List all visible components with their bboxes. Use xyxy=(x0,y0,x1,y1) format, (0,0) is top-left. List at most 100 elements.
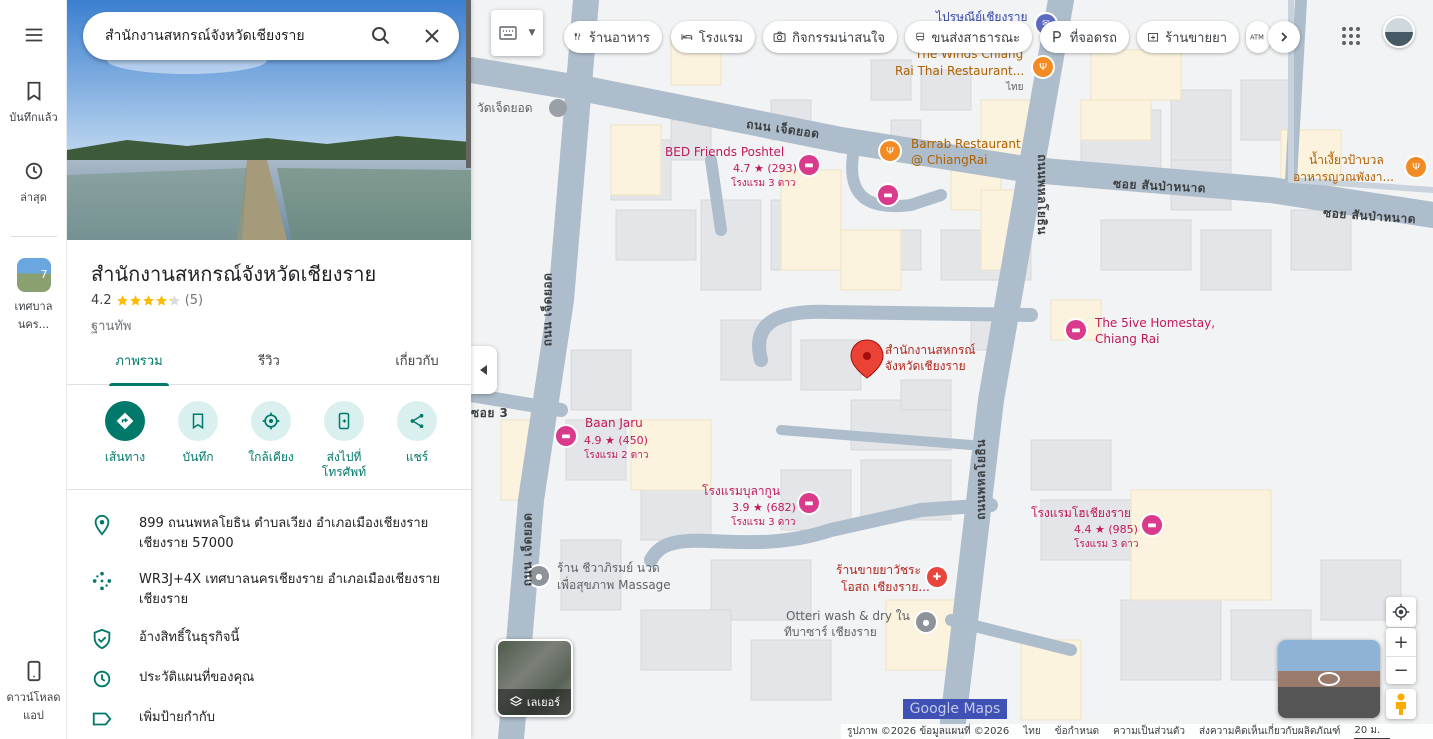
hotel-marker-2[interactable]: ▬ xyxy=(878,185,898,205)
hotel-marker-bed[interactable]: ▬ xyxy=(799,155,819,175)
my-location-button[interactable] xyxy=(1386,597,1416,627)
chips-next-button[interactable] xyxy=(1268,21,1300,53)
restaurant-marker-barrab[interactable]: Ψ xyxy=(880,141,900,161)
hotel-marker-baanjaru[interactable]: ▬ xyxy=(556,426,576,446)
poi-noodle-1[interactable]: น้ำเงี้ยวป้าบวล xyxy=(1309,153,1384,168)
panel-scrollbar[interactable] xyxy=(466,0,471,168)
pegman-button[interactable] xyxy=(1386,689,1416,719)
poi-bulaku[interactable]: โรงแรมบุลากูน xyxy=(702,484,780,499)
hotel-marker-ho[interactable]: ▬ xyxy=(1142,515,1162,535)
recent-button[interactable]: ล่าสุด xyxy=(0,160,67,206)
restaurant-icon xyxy=(574,33,581,40)
poi-5ive-1[interactable]: The 5ive Homestay, xyxy=(1095,316,1215,331)
road-label-soi-3: ซอย 3 xyxy=(471,406,509,420)
send-to-phone-button[interactable]: ส่งไปที่ โทรศัพท์ xyxy=(309,398,379,480)
poi-otteri-1[interactable]: Otteri wash & dry ใน xyxy=(786,609,910,624)
chip-parking[interactable]: ที่จอดรถ xyxy=(1040,21,1129,53)
collapse-panel-button[interactable] xyxy=(471,346,497,394)
restaurant-marker-noodle[interactable]: Ψ xyxy=(1406,157,1426,177)
tab-about[interactable]: เกี่ยวกับ xyxy=(350,338,471,385)
chip-restaurant[interactable]: ร้านอาหาร xyxy=(564,21,662,53)
account-avatar[interactable] xyxy=(1383,16,1415,48)
download-app-button[interactable]: ดาวน์โหลด แอป xyxy=(0,660,67,724)
poi-ho[interactable]: โรงแรมโฮเชียงราย xyxy=(1031,506,1131,521)
pharmacy-marker[interactable]: ✚ xyxy=(927,567,947,587)
chip-camera[interactable]: กิจกรรมน่าสนใจ xyxy=(763,21,897,53)
poi-ho-rating: 4.4 ★ (985) xyxy=(1074,523,1138,536)
zoom-controls: + − xyxy=(1386,628,1416,684)
poi-massage-1[interactable]: ร้าน ชีวาภิรมย์ นวด xyxy=(557,561,660,576)
directions-button[interactable]: เส้นทาง xyxy=(90,398,160,465)
recent-place-button[interactable]: 7 เทศบาล นคร... xyxy=(0,258,67,333)
share-button[interactable]: แชร์ xyxy=(382,398,452,465)
add-label-text: เพิ่มป้ายกำกับ xyxy=(139,710,216,725)
nearby-button[interactable]: ใกล้เคียง xyxy=(236,398,306,465)
hotel-marker-5ive[interactable]: ▬ xyxy=(1066,320,1086,340)
poi-barrab-2[interactable]: @ ChiangRai xyxy=(911,153,987,168)
review-count[interactable]: (5) xyxy=(185,293,203,308)
street-view-preview[interactable] xyxy=(1278,640,1380,718)
poi-pharmacy-1[interactable]: ร้านขายยาวัชระ xyxy=(836,563,921,578)
selected-place-label-2[interactable]: จังหวัดเชียงราย xyxy=(885,359,966,374)
side-rail: บันทึกแล้ว ล่าสุด 7 เทศบาล นคร... ดาวน์โ… xyxy=(0,0,67,739)
poi-otteri-2[interactable]: ทีบาซาร์ เชียงราย xyxy=(784,625,877,640)
hotel-marker-bulaku[interactable]: ▬ xyxy=(799,493,819,513)
poi-massage-2[interactable]: เพื่อสุขภาพ Massage xyxy=(557,578,671,593)
layers-button[interactable]: เลเยอร์ xyxy=(496,639,573,717)
recent-place-thumbnail: 7 xyxy=(16,258,51,292)
selected-place-label-1[interactable]: สำนักงานสหกรณ์ xyxy=(885,343,975,358)
tab-overview[interactable]: ภาพรวม xyxy=(72,338,206,386)
poi-barrab-1[interactable]: Barrab Restaurant xyxy=(911,137,1021,152)
fork-icon: Ψ xyxy=(1412,161,1420,173)
footer-language[interactable]: ไทย xyxy=(1023,724,1040,739)
footer-privacy[interactable]: ความเป็นส่วนตัว xyxy=(1113,724,1185,739)
close-icon[interactable] xyxy=(420,24,444,48)
plus-code-line-1: WR3J+4X เทศบาลนครเชียงราย อำเภอเมืองเชีย… xyxy=(139,572,441,587)
rail-divider xyxy=(10,236,57,237)
poi-temple[interactable]: วัดเจ็ดยอด xyxy=(477,101,533,116)
footer-terms[interactable]: ข้อกำหนด xyxy=(1055,724,1099,739)
poi-pharmacy-2[interactable]: โอสถ เชียงราย... xyxy=(841,580,930,595)
search-input[interactable] xyxy=(105,12,345,60)
search-box[interactable] xyxy=(83,12,459,60)
poi-bed-name[interactable]: BED Friends Poshtel xyxy=(665,145,784,160)
chip-label: ร้านอาหาร xyxy=(588,30,650,46)
bed-icon: ▬ xyxy=(804,497,814,509)
input-tools-button[interactable]: ▼ xyxy=(491,10,543,56)
chip-label: ขนส่งสาธารณะ xyxy=(931,30,1020,46)
rating-row[interactable]: 4.2 (5) xyxy=(91,293,203,308)
keyboard-icon xyxy=(498,26,517,40)
poi-baanjaru-class: โรงแรม 2 ดาว xyxy=(584,450,649,461)
apps-grid-icon[interactable] xyxy=(1339,24,1363,48)
poi-5ive-2[interactable]: Chiang Rai xyxy=(1095,332,1159,347)
laundry-marker[interactable]: ● xyxy=(916,612,936,632)
download-label-2: แอป xyxy=(23,709,44,722)
place-category[interactable]: ฐานทัพ xyxy=(91,315,132,336)
zoom-out-button[interactable]: − xyxy=(1386,656,1416,684)
poi-winds-2[interactable]: Rai Thai Restaurant... xyxy=(895,64,1024,79)
saved-button[interactable]: บันทึกแล้ว xyxy=(0,80,67,126)
hamburger-icon xyxy=(25,28,42,42)
search-icon[interactable] xyxy=(369,24,393,48)
menu-button[interactable] xyxy=(0,24,67,52)
chip-atm[interactable]: ATM xyxy=(1246,21,1270,53)
poi-ho-class: โรงแรม 3 ดาว xyxy=(1074,539,1139,550)
chip-hotel[interactable]: โรงแรม xyxy=(671,21,755,53)
poi-bed-class: โรงแรม 3 ดาว xyxy=(731,178,796,189)
bed-icon: ▬ xyxy=(883,189,893,201)
directions-label: เส้นทาง xyxy=(104,450,146,464)
save-button[interactable]: บันทึก xyxy=(163,398,233,465)
poi-noodle-2[interactable]: อาหารญวณพังงา... xyxy=(1293,170,1394,185)
map-canvas[interactable]: ▬ ▬ Ψ Ψ Ψ ▬ ▬ ▬ ▬ ● ✚ ● ✉ BED Friends Po… xyxy=(471,0,1433,739)
footer-feedback[interactable]: ส่งความคิดเห็นเกี่ยวกับผลิตภัณฑ์ xyxy=(1199,724,1341,739)
chip-transit[interactable]: ขนส่งสาธารณะ xyxy=(905,21,1032,53)
road-label-jedyod-v: ถนน เจ็ดยอด xyxy=(540,272,555,347)
tab-reviews[interactable]: รีวิว xyxy=(202,338,336,385)
layers-label: เลเยอร์ xyxy=(526,696,561,709)
restaurant-marker-winds[interactable]: Ψ xyxy=(1033,57,1053,77)
zoom-in-button[interactable]: + xyxy=(1386,628,1416,656)
poi-baanjaru[interactable]: Baan Jaru xyxy=(585,416,643,431)
footer-scale[interactable]: 20 ม. xyxy=(1354,723,1391,739)
chip-label: ร้านขายยา xyxy=(1165,30,1227,46)
chip-pharmacy[interactable]: ร้านขายยา xyxy=(1137,21,1239,53)
